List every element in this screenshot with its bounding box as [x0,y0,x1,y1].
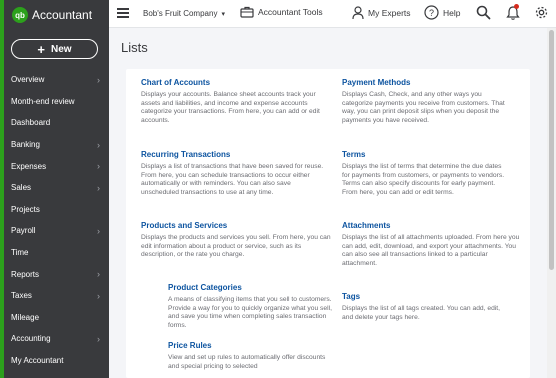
sidebar-item-label: Sales [11,183,32,193]
sidebar-item-sales[interactable]: Sales › [0,177,109,199]
scrollbar-thumb[interactable] [549,30,554,270]
list-link[interactable]: Chart of Accounts [141,78,327,87]
list-link[interactable]: Products and Services [141,221,331,230]
list-link[interactable]: Payment Methods [342,78,510,87]
brand-name: Accountant [32,8,93,22]
my-experts-label: My Experts [368,8,411,18]
list-entry-payment-methods: Payment Methods Displays Cash, Check, an… [342,78,510,125]
company-selector[interactable]: Bob's Fruit Company ▾ [143,9,225,18]
sidebar-item-label: Overview [11,75,45,85]
list-entry-product-categories: Product Categories A means of classifyin… [168,283,334,330]
chevron-right-icon: › [97,74,100,85]
chevron-right-icon: › [97,290,100,301]
chevron-right-icon: › [97,333,100,344]
hamburger-icon[interactable] [117,8,129,18]
sidebar-item-banking[interactable]: Banking › [0,134,109,156]
list-entry-recurring-transactions: Recurring Transactions Displays a list o… [141,150,329,197]
page-scrollbar[interactable] [547,28,556,378]
sidebar-item-reports[interactable]: Reports › [0,263,109,285]
caret-down-icon: ▾ [221,11,225,18]
list-description: Displays the list of all tags created. Y… [342,305,500,321]
quickbooks-logo-icon: qb [12,7,28,23]
sidebar-item-dashboard[interactable]: Dashboard [0,112,109,134]
list-description: Displays the list of all attachments upl… [342,234,520,267]
list-description: Displays Cash, Check, and any other ways… [342,91,505,124]
svg-text:?: ? [429,8,434,18]
chevron-right-icon: › [97,182,100,193]
left-sidebar: qb Accountant + New Overview › Month-end r… [0,0,109,378]
list-link[interactable]: Terms [342,150,510,159]
sidebar-item-label: My Accountant [11,356,64,366]
accountant-tools-button[interactable]: Accountant Tools [240,6,323,18]
brand[interactable]: qb Accountant [12,5,92,25]
sidebar-item-label: Dashboard [11,118,51,128]
sidebar-item-label: Month-end review [11,96,75,106]
notification-dot [514,4,519,9]
sidebar-item-label: Mileage [11,312,40,322]
list-entry-price-rules: Price Rules View and set up rules to aut… [168,341,334,371]
list-entry-terms: Terms Displays the list of terms that de… [342,150,510,197]
top-bar: Bob's Fruit Company ▾ Accountant Tools My… [109,0,556,28]
list-description: Displays the list of terms that determin… [342,163,505,196]
sidebar-item-mileage[interactable]: Mileage [0,307,109,329]
list-link[interactable]: Tags [342,292,510,301]
sidebar-item-payroll[interactable]: Payroll › [0,220,109,242]
gear-icon[interactable] [534,5,549,20]
help-label: Help [443,7,461,18]
sidebar-item-accounting[interactable]: Accounting › [0,328,109,350]
accountant-tools-label: Accountant Tools [258,7,323,17]
list-link[interactable]: Attachments [342,221,520,230]
chevron-right-icon: › [97,269,100,280]
help-button[interactable]: ? Help [424,5,460,20]
list-link[interactable]: Product Categories [168,283,334,292]
sidebar-item-label: Reports [11,269,40,279]
list-entry-products-and-services: Products and Services Displays the produ… [141,221,331,260]
new-button-label: New [51,43,72,55]
chevron-right-icon: › [97,225,100,236]
sidebar-item-label: Projects [11,204,40,214]
lists-card: Chart of Accounts Displays your accounts… [126,69,530,378]
list-entry-attachments: Attachments Displays the list of all att… [342,221,520,268]
sidebar-item-label: Taxes [11,291,32,301]
list-description: Displays the products and services you s… [141,234,331,259]
sidebar-item-label: Banking [11,140,40,150]
list-entry-chart-of-accounts: Chart of Accounts Displays your accounts… [141,78,327,125]
new-button[interactable]: + New [11,39,98,59]
sidebar-item-month-end-review[interactable]: Month-end review [0,91,109,113]
sidebar-item-label: Time [11,248,29,258]
search-icon[interactable] [476,5,491,20]
sidebar-item-label: Payroll [11,226,36,236]
plus-icon: + [37,41,46,57]
sidebar-item-projects[interactable]: Projects [0,199,109,221]
sidebar-nav: Overview › Month-end review Dashboard Bankin… [0,69,109,371]
sidebar-item-overview[interactable]: Overview › [0,69,109,91]
my-experts-button[interactable]: My Experts [352,6,411,20]
company-name: Bob's Fruit Company [143,9,218,18]
list-description: View and set up rules to automatically o… [168,354,326,370]
help-icon: ? [424,5,439,20]
sidebar-item-label: Accounting [11,334,51,344]
list-link[interactable]: Recurring Transactions [141,150,329,159]
chevron-right-icon: › [97,139,100,150]
sidebar-item-my-accountant[interactable]: My Accountant [0,350,109,372]
person-icon [352,6,364,20]
list-description: Displays a list of transactions that hav… [141,163,324,196]
sidebar-item-label: Expenses [11,161,47,171]
sidebar-item-taxes[interactable]: Taxes › [0,285,109,307]
sidebar-item-time[interactable]: Time [0,242,109,264]
chevron-right-icon: › [97,161,100,172]
list-description: A means of classifying items that you se… [168,296,332,329]
sidebar-item-expenses[interactable]: Expenses › [0,155,109,177]
list-entry-tags: Tags Displays the list of all tags creat… [342,292,510,322]
list-link[interactable]: Price Rules [168,341,334,350]
briefcase-icon [240,6,254,18]
list-description: Displays your accounts. Balance sheet ac… [141,91,320,124]
page-title: Lists [121,40,148,55]
